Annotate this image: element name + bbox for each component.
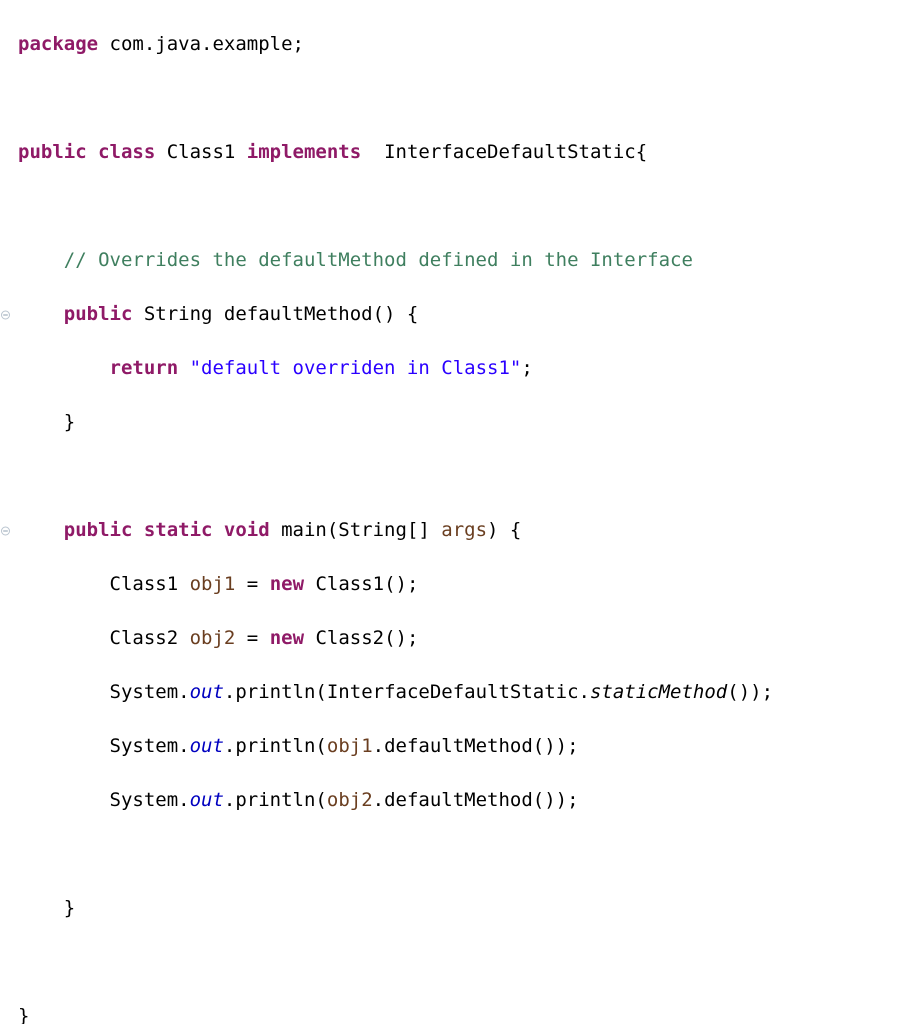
static-method-call: staticMethod	[590, 681, 727, 703]
text: Class1();	[304, 573, 418, 595]
keyword-package: package	[18, 33, 98, 55]
code-line: System.out.println(obj2.defaultMethod())…	[0, 787, 917, 814]
keyword-return: return	[18, 357, 178, 379]
code-line: return "default overriden in Class1";	[0, 355, 917, 382]
text: .println(	[224, 789, 327, 811]
code-line: }	[0, 895, 917, 922]
keyword-public: public	[18, 141, 87, 163]
method-signature: defaultMethod() {	[224, 303, 418, 325]
code-line: Class1 obj1 = new Class1();	[0, 571, 917, 598]
code-line: public String defaultMethod() {	[0, 301, 917, 328]
code-line-blank	[0, 193, 917, 220]
brace: }	[18, 897, 75, 919]
local-var: obj1	[190, 573, 236, 595]
static-field: out	[190, 789, 224, 811]
fold-toggle-icon[interactable]	[0, 309, 11, 320]
static-field: out	[190, 735, 224, 757]
code-line: System.out.println(InterfaceDefaultStati…	[0, 679, 917, 706]
code-line: }	[0, 1003, 917, 1024]
code-line: }	[0, 409, 917, 436]
string-literal: "default overriden in Class1"	[178, 357, 521, 379]
keyword-static: static	[132, 519, 212, 541]
text: Class2	[18, 627, 190, 649]
keyword-void: void	[212, 519, 269, 541]
text: .defaultMethod());	[373, 735, 579, 757]
brace: }	[18, 411, 75, 433]
brace: }	[18, 1005, 29, 1024]
keyword-public: public	[18, 519, 132, 541]
text: Class2();	[304, 627, 418, 649]
keyword-implements: implements	[247, 141, 361, 163]
text: System.	[18, 789, 190, 811]
interface-ref: InterfaceDefaultStatic{	[361, 141, 647, 163]
return-type: String	[132, 303, 224, 325]
local-var: obj2	[327, 789, 373, 811]
code-line-blank	[0, 463, 917, 490]
param: args	[441, 519, 487, 541]
keyword-new: new	[270, 627, 304, 649]
method-signature: main(String[]	[270, 519, 442, 541]
text: Class1	[18, 573, 190, 595]
text: System.	[18, 681, 190, 703]
code-line: public class Class1 implements Interface…	[0, 139, 917, 166]
text: System.	[18, 735, 190, 757]
code-editor[interactable]: package com.java.example; public class C…	[0, 0, 917, 1024]
code-line: package com.java.example;	[0, 31, 917, 58]
code-line-blank	[0, 85, 917, 112]
code-line-blank	[0, 841, 917, 868]
punct: ;	[521, 357, 532, 379]
keyword-class: class	[87, 141, 156, 163]
punct: ) {	[487, 519, 521, 541]
text: ());	[727, 681, 773, 703]
code-line: Class2 obj2 = new Class2();	[0, 625, 917, 652]
text: .defaultMethod());	[373, 789, 579, 811]
text: =	[235, 573, 269, 595]
text: =	[235, 627, 269, 649]
fold-toggle-icon[interactable]	[0, 525, 11, 536]
code-line-comment: // Overrides the defaultMethod defined i…	[0, 247, 917, 274]
code-line-blank	[0, 949, 917, 976]
code-line: public static void main(String[] args) {	[0, 517, 917, 544]
local-var: obj2	[190, 627, 236, 649]
package-name: com.java.example;	[98, 33, 304, 55]
text: .println(	[224, 735, 327, 757]
text: .println(InterfaceDefaultStatic.	[224, 681, 590, 703]
class-name: Class1	[155, 141, 247, 163]
keyword-new: new	[270, 573, 304, 595]
comment: // Overrides the defaultMethod defined i…	[18, 249, 693, 271]
static-field: out	[190, 681, 224, 703]
keyword-public: public	[18, 303, 132, 325]
code-line: System.out.println(obj1.defaultMethod())…	[0, 733, 917, 760]
local-var: obj1	[327, 735, 373, 757]
